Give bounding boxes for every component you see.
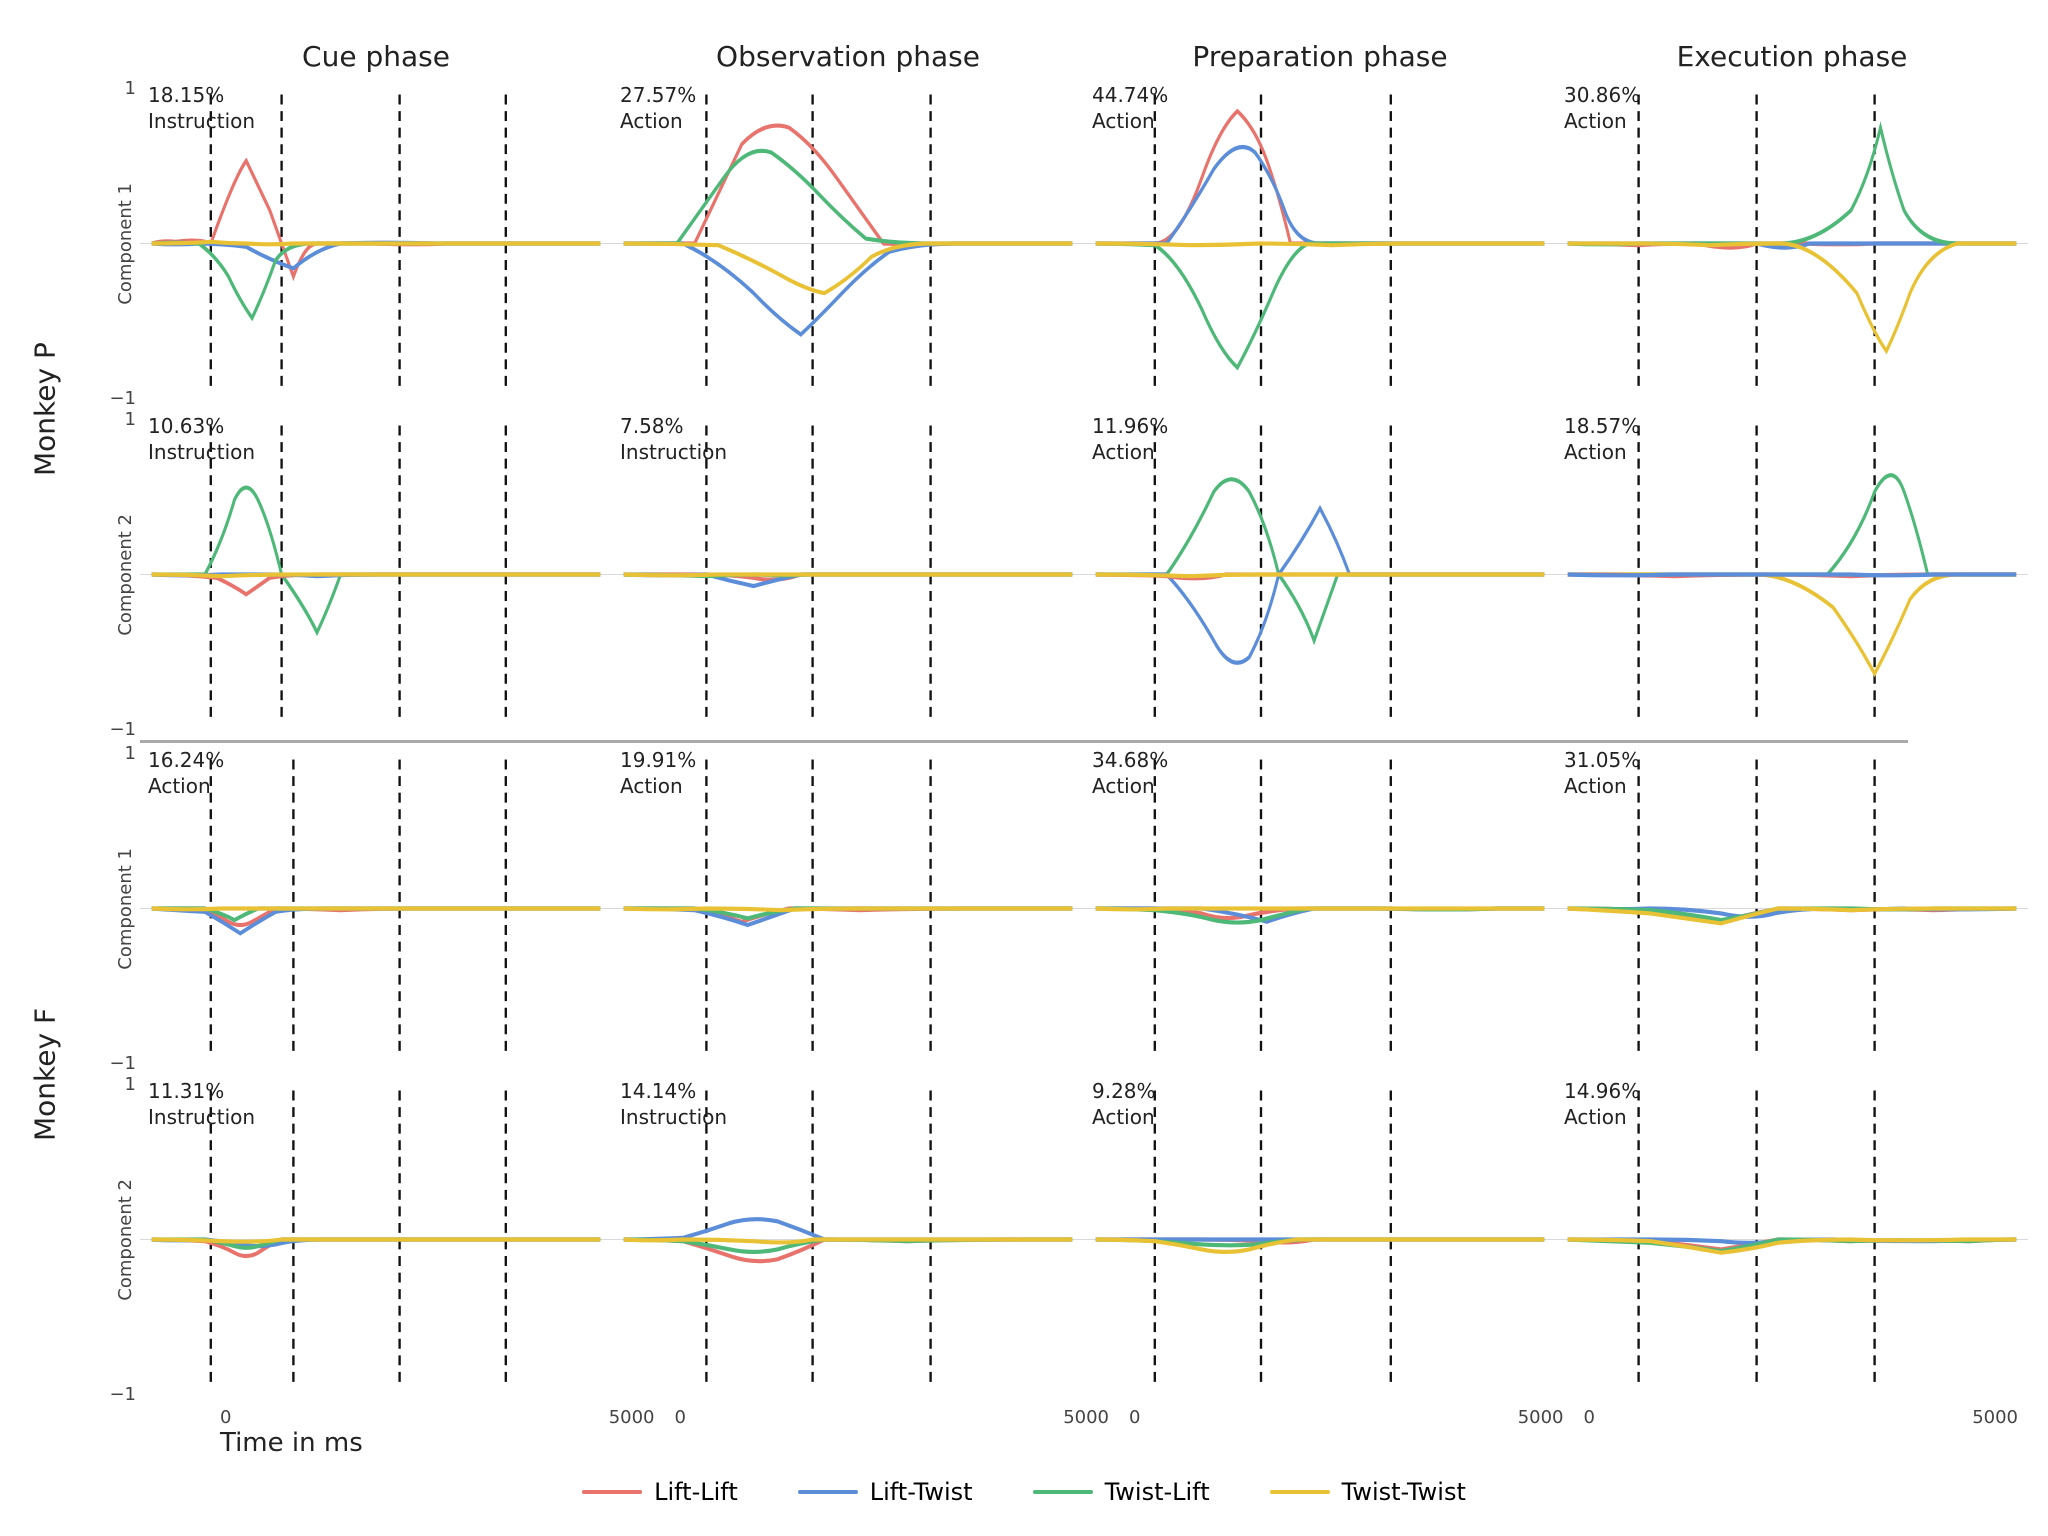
legend: Lift-Lift Lift-Twist Twist-Lift Twist-Tw…	[20, 1458, 2028, 1516]
y-tick-m1c: −1	[109, 1053, 136, 1074]
legend-line-3	[1270, 1490, 1330, 1494]
legend-item-0: Lift-Lift	[582, 1478, 738, 1506]
legend-line-0	[582, 1490, 642, 1494]
cell-f2-obs: 14.14% Instruction	[612, 1074, 1084, 1405]
x-tick-5000-1: 5000	[609, 1407, 655, 1428]
cell-p1-obs-label: 27.57% Action	[620, 82, 696, 134]
cell-p2-obs: 7.58% Instruction	[612, 409, 1084, 740]
y-tick-1c: 1	[125, 743, 136, 764]
cell-f1-prep-label: 34.68% Action	[1092, 747, 1168, 799]
x-ticks-row: 0 5000 0 5000 0 5000 0 5000	[210, 1405, 2028, 1428]
x-tick-0-2: 0	[675, 1407, 686, 1428]
col-header-obs: Observation phase	[612, 40, 1084, 73]
y-axis-p2: 1 Component 2 −1	[70, 409, 140, 740]
monkey-p-row1-cells: 18.15% Instruction	[140, 78, 2028, 409]
monkey-p-row2: 1 Component 2 −1 10.63% Instruction	[70, 409, 2028, 740]
x-tick-0-1: 0	[220, 1407, 231, 1428]
x-tick-0-4: 0	[1584, 1407, 1595, 1428]
cell-f1-cue: 16.24% Action	[140, 743, 612, 1074]
cell-p1-exec-label: 30.86% Action	[1564, 82, 1640, 134]
monkey-f-rows: 1 Component 1 −1 16.24% Action	[70, 743, 2028, 1405]
legend-item-2: Twist-Lift	[1033, 1478, 1210, 1506]
x-ticks-3: 0 5000	[1119, 1405, 1574, 1428]
y-label-comp1: Component 1	[115, 183, 136, 305]
cell-f1-obs-label: 19.91% Action	[620, 747, 696, 799]
cell-p1-prep: 44.74% Action	[1084, 78, 1556, 409]
cell-p2-cue: 10.63% Instruction	[140, 409, 612, 740]
y-tick-1: 1	[125, 78, 136, 99]
y-axis-f1: 1 Component 1 −1	[70, 743, 140, 1074]
legend-line-1	[798, 1490, 858, 1494]
legend-label-1: Lift-Twist	[870, 1478, 973, 1506]
x-axis-title-row: Time in ms	[140, 1428, 2028, 1458]
cell-f1-obs: 19.91% Action	[612, 743, 1084, 1074]
cell-p2-prep-label: 11.96% Action	[1092, 413, 1168, 465]
cell-p2-exec-label: 18.57% Action	[1564, 413, 1640, 465]
y-axis-p1: 1 Component 1 −1	[70, 78, 140, 409]
col-header-cue: Cue phase	[140, 40, 612, 73]
x-tick-5000-3: 5000	[1518, 1407, 1564, 1428]
cell-f1-exec: 31.05% Action	[1556, 743, 2028, 1074]
cell-p1-cue-label: 18.15% Instruction	[148, 82, 255, 134]
cell-f2-cue: 11.31% Instruction	[140, 1074, 612, 1405]
legend-label-2: Twist-Lift	[1105, 1478, 1210, 1506]
cell-p2-obs-label: 7.58% Instruction	[620, 413, 727, 465]
monkey-f-row2: 1 Component 2 −1 11.31% Instruction	[70, 1074, 2028, 1405]
x-tick-0-3: 0	[1129, 1407, 1140, 1428]
monkey-p-rows: 1 Component 1 −1 18.15% Instruction	[70, 78, 2028, 740]
y-label-comp2f: Component 2	[115, 1179, 136, 1301]
y-axis-f2: 1 Component 2 −1	[70, 1074, 140, 1405]
x-ticks-1: 0 5000	[210, 1405, 665, 1428]
x-ticks-4: 0 5000	[1574, 1405, 2029, 1428]
monkey-f-section: Monkey F 1 Component 1 −1 16.24% Action	[20, 743, 2028, 1405]
x-axis-row: 0 5000 0 5000 0 5000 0 5000	[140, 1405, 2028, 1428]
main-container: Cue phase Observation phase Preparation …	[0, 0, 2048, 1536]
col-headers: Cue phase Observation phase Preparation …	[140, 40, 2028, 73]
monkey-f-row1-cells: 16.24% Action	[140, 743, 2028, 1074]
cell-p1-obs: 27.57% Action	[612, 78, 1084, 409]
cell-f2-prep-label: 9.28% Action	[1092, 1078, 1156, 1130]
y-tick-m1d: −1	[109, 1384, 136, 1405]
monkey-p-row1: 1 Component 1 −1 18.15% Instruction	[70, 78, 2028, 409]
cell-f2-obs-label: 14.14% Instruction	[620, 1078, 727, 1130]
cell-f2-exec-label: 14.96% Action	[1564, 1078, 1640, 1130]
cell-f2-prep: 9.28% Action	[1084, 1074, 1556, 1405]
legend-item-1: Lift-Twist	[798, 1478, 973, 1506]
cell-p1-prep-label: 44.74% Action	[1092, 82, 1168, 134]
cell-p1-cue: 18.15% Instruction	[140, 78, 612, 409]
legend-item-3: Twist-Twist	[1270, 1478, 1466, 1506]
cell-p2-cue-label: 10.63% Instruction	[148, 413, 255, 465]
cell-f1-prep: 34.68% Action	[1084, 743, 1556, 1074]
legend-label-0: Lift-Lift	[654, 1478, 738, 1506]
y-tick-m1: −1	[109, 388, 136, 409]
col-header-exec: Execution phase	[1556, 40, 2028, 73]
y-tick-m1b: −1	[109, 719, 136, 740]
y-tick-1d: 1	[125, 1074, 136, 1095]
monkey-f-row2-cells: 11.31% Instruction	[140, 1074, 2028, 1405]
cell-f1-exec-label: 31.05% Action	[1564, 747, 1640, 799]
legend-line-2	[1033, 1490, 1093, 1494]
y-tick-1b: 1	[125, 409, 136, 430]
x-axis-title: Time in ms	[210, 1428, 2028, 1458]
x-tick-5000-2: 5000	[1063, 1407, 1109, 1428]
monkey-f-label: Monkey F	[20, 743, 70, 1405]
monkey-p-label: Monkey P	[20, 78, 70, 740]
cell-p2-exec: 18.57% Action	[1556, 409, 2028, 740]
monkey-p-row2-cells: 10.63% Instruction	[140, 409, 2028, 740]
y-label-comp2: Component 2	[115, 514, 136, 636]
cell-p1-exec: 30.86% Action	[1556, 78, 2028, 409]
legend-label-3: Twist-Twist	[1342, 1478, 1466, 1506]
monkey-f-row1: 1 Component 1 −1 16.24% Action	[70, 743, 2028, 1074]
cell-p2-prep: 11.96% Action	[1084, 409, 1556, 740]
cell-f2-exec: 14.96% Action	[1556, 1074, 2028, 1405]
chart-area: Monkey P 1 Component 1 −1 18.15% Instruc…	[20, 78, 2028, 1405]
cell-f2-cue-label: 11.31% Instruction	[148, 1078, 255, 1130]
x-tick-5000-4: 5000	[1972, 1407, 2018, 1428]
col-header-prep: Preparation phase	[1084, 40, 1556, 73]
monkey-p-section: Monkey P 1 Component 1 −1 18.15% Instruc…	[20, 78, 2028, 740]
x-ticks-2: 0 5000	[665, 1405, 1120, 1428]
y-label-comp1f: Component 1	[115, 848, 136, 970]
cell-f1-cue-label: 16.24% Action	[148, 747, 224, 799]
